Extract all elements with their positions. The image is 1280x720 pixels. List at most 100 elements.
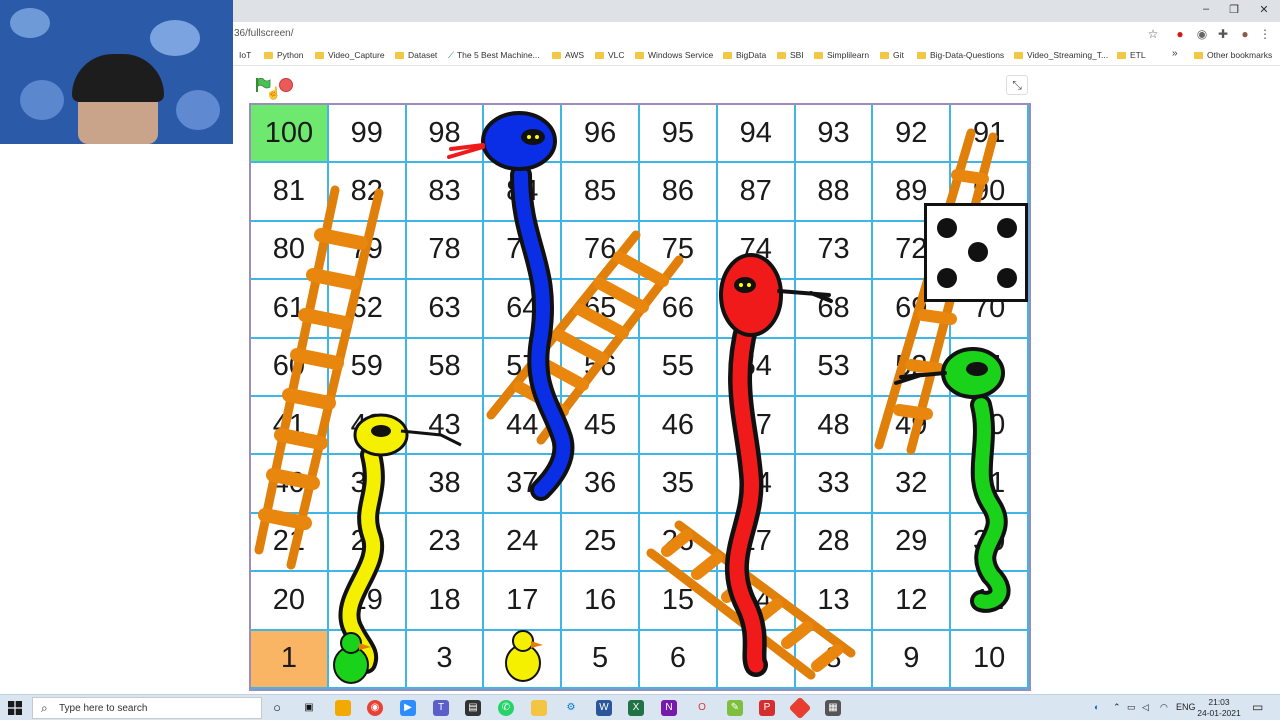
profile-avatar-icon[interactable]: ● xyxy=(1238,27,1252,41)
network-icon[interactable]: ▭ xyxy=(1127,702,1136,713)
board-cell: 98 xyxy=(406,105,485,164)
dice-pip xyxy=(997,268,1017,288)
board-cell: 6 xyxy=(640,630,718,689)
bookmark-etl[interactable]: ETL xyxy=(1117,50,1146,60)
store-icon[interactable]: ▤ xyxy=(465,700,481,716)
board-cell: 26 xyxy=(640,513,718,573)
bookmark-other[interactable]: Other bookmarks xyxy=(1194,50,1272,60)
bookmark-dataset[interactable]: Dataset xyxy=(395,50,437,60)
bookmark-windows-service[interactable]: Windows Service xyxy=(635,50,713,60)
exit-fullscreen-icon[interactable]: ⤡ xyxy=(1006,75,1028,95)
bookmark-vlc[interactable]: VLC xyxy=(595,50,625,60)
webcam-pattern xyxy=(176,90,220,130)
search-icon: ⌕ xyxy=(41,701,48,715)
board-cell: 63 xyxy=(406,280,485,339)
board-cell: 9 xyxy=(873,630,952,689)
board-cell: 85 xyxy=(562,163,640,222)
taskbar-search-box[interactable]: ⌕ Type here to search xyxy=(32,697,262,719)
board-cell: 61 xyxy=(251,280,329,339)
git-icon[interactable] xyxy=(788,696,812,720)
dice-pip xyxy=(968,242,988,262)
puzzle-icon[interactable]: ✚ xyxy=(1216,27,1230,41)
board-cell: 92 xyxy=(873,105,952,164)
taskbar: ⌕ Type here to search ○ ▣ ◉ ▶ T ▤ ✆ ⚙ W … xyxy=(0,694,1280,720)
board-cell: 75 xyxy=(640,221,718,281)
bookmark-python[interactable]: Python xyxy=(264,50,303,60)
folder-icon xyxy=(635,52,644,59)
board-cell: 50 xyxy=(951,397,1029,456)
bookmark-machine-learning[interactable]: ⟋ The 5 Best Machine... xyxy=(448,50,540,61)
opera-icon[interactable]: ● xyxy=(1173,27,1187,41)
onenote-icon[interactable]: N xyxy=(661,700,677,716)
extension-circle-icon[interactable]: ◉ xyxy=(1195,27,1209,41)
task-view-icon[interactable]: ▣ xyxy=(301,700,317,716)
board-cell: 53 xyxy=(795,338,874,397)
restore-button[interactable]: ❐ xyxy=(1220,3,1248,16)
close-window-button[interactable]: ✕ xyxy=(1250,3,1278,16)
game-board[interactable]: 100 99 98 96 95 94 93 92 91 81 82 83 84 85 86 87 88 89 90 8… xyxy=(249,103,1031,691)
word-icon[interactable]: W xyxy=(596,700,612,716)
board-cell: 12 xyxy=(873,572,952,631)
bookmark-simplilearn[interactable]: Simplilearn xyxy=(814,50,869,60)
language-indicator[interactable]: ENG xyxy=(1176,702,1196,712)
board-cell: 23 xyxy=(406,513,485,573)
bookmarks-more-button[interactable]: » xyxy=(1172,48,1178,59)
board-cell: 33 xyxy=(795,455,874,514)
star-icon[interactable]: ☆ xyxy=(1146,27,1160,41)
board-cell: 99 xyxy=(328,105,407,164)
bookmark-sbi[interactable]: SBI xyxy=(777,50,804,60)
stop-button[interactable] xyxy=(279,78,293,92)
calculator-icon[interactable]: ▦ xyxy=(825,700,841,716)
tray-chevron-icon[interactable]: ⌃ xyxy=(1113,702,1121,713)
wifi-icon[interactable]: ◠ xyxy=(1160,702,1168,713)
board-cell: 76 xyxy=(562,221,640,281)
board-cell: 74 xyxy=(717,221,796,281)
taskbar-clock[interactable]: 21:03 24-01-2021 xyxy=(1196,697,1242,719)
zoom-icon[interactable]: ▶ xyxy=(400,700,416,716)
board-cell: 51 xyxy=(951,338,1029,397)
teams-icon[interactable]: T xyxy=(433,700,449,716)
board-cell: 59 xyxy=(328,338,407,397)
bookmark-big-data-questions[interactable]: Big-Data-Questions xyxy=(917,50,1004,60)
board-cell: 64 xyxy=(484,280,563,339)
opera-taskbar-icon[interactable]: O xyxy=(694,700,710,716)
windows-start-icon[interactable] xyxy=(8,701,22,715)
bookmark-aws[interactable]: AWS xyxy=(552,50,584,60)
sticky-notes-icon[interactable] xyxy=(335,700,351,716)
folder-icon xyxy=(814,52,823,59)
file-explorer-icon[interactable] xyxy=(531,700,547,716)
settings-gear-icon[interactable]: ⚙ xyxy=(563,700,579,716)
board-cell: 13 xyxy=(795,572,874,631)
volume-icon[interactable]: ◁ xyxy=(1142,702,1149,713)
folder-icon xyxy=(1117,52,1126,59)
board-cell: 60 xyxy=(251,338,329,397)
board-cell: 88 xyxy=(795,163,874,222)
bookmark-video-streaming[interactable]: Video_Streaming_T... xyxy=(1014,50,1108,60)
minimize-button[interactable]: – xyxy=(1192,3,1220,15)
dice[interactable] xyxy=(924,203,1028,302)
notification-icon[interactable]: ▭ xyxy=(1252,700,1263,714)
screen: – ❐ ✕ 36/fullscreen/ ☆ ● ◉ ✚ ● ⋮ IoT Pyt… xyxy=(0,0,1280,720)
board-cell: 31 xyxy=(951,455,1029,514)
bookmark-git[interactable]: Git xyxy=(880,50,904,60)
whatsapp-icon[interactable]: ✆ xyxy=(498,700,514,716)
board-cell: 19 xyxy=(328,572,407,631)
bookmark-iot[interactable]: IoT xyxy=(239,50,251,60)
folder-icon xyxy=(723,52,732,59)
pdf-icon[interactable]: P xyxy=(759,700,775,716)
board-cell xyxy=(484,105,563,164)
board-cell: 40 xyxy=(251,455,329,514)
help-icon[interactable]: ◐ xyxy=(1094,702,1099,712)
url-text[interactable]: 36/fullscreen/ xyxy=(234,28,293,39)
menu-kebab-icon[interactable]: ⋮ xyxy=(1258,27,1272,41)
cortana-icon[interactable]: ○ xyxy=(269,700,285,716)
board-cell: 80 xyxy=(251,221,329,281)
bookmark-video-capture[interactable]: Video_Capture xyxy=(315,50,385,60)
webcam-person-hair xyxy=(72,54,164,102)
bookmark-bigdata[interactable]: BigData xyxy=(723,50,766,60)
board-cell: 44 xyxy=(484,397,563,456)
notepad-icon[interactable]: ✎ xyxy=(727,700,743,716)
excel-icon[interactable]: X xyxy=(628,700,644,716)
chrome-icon[interactable]: ◉ xyxy=(367,700,383,716)
board-cell: 8 xyxy=(795,630,874,689)
